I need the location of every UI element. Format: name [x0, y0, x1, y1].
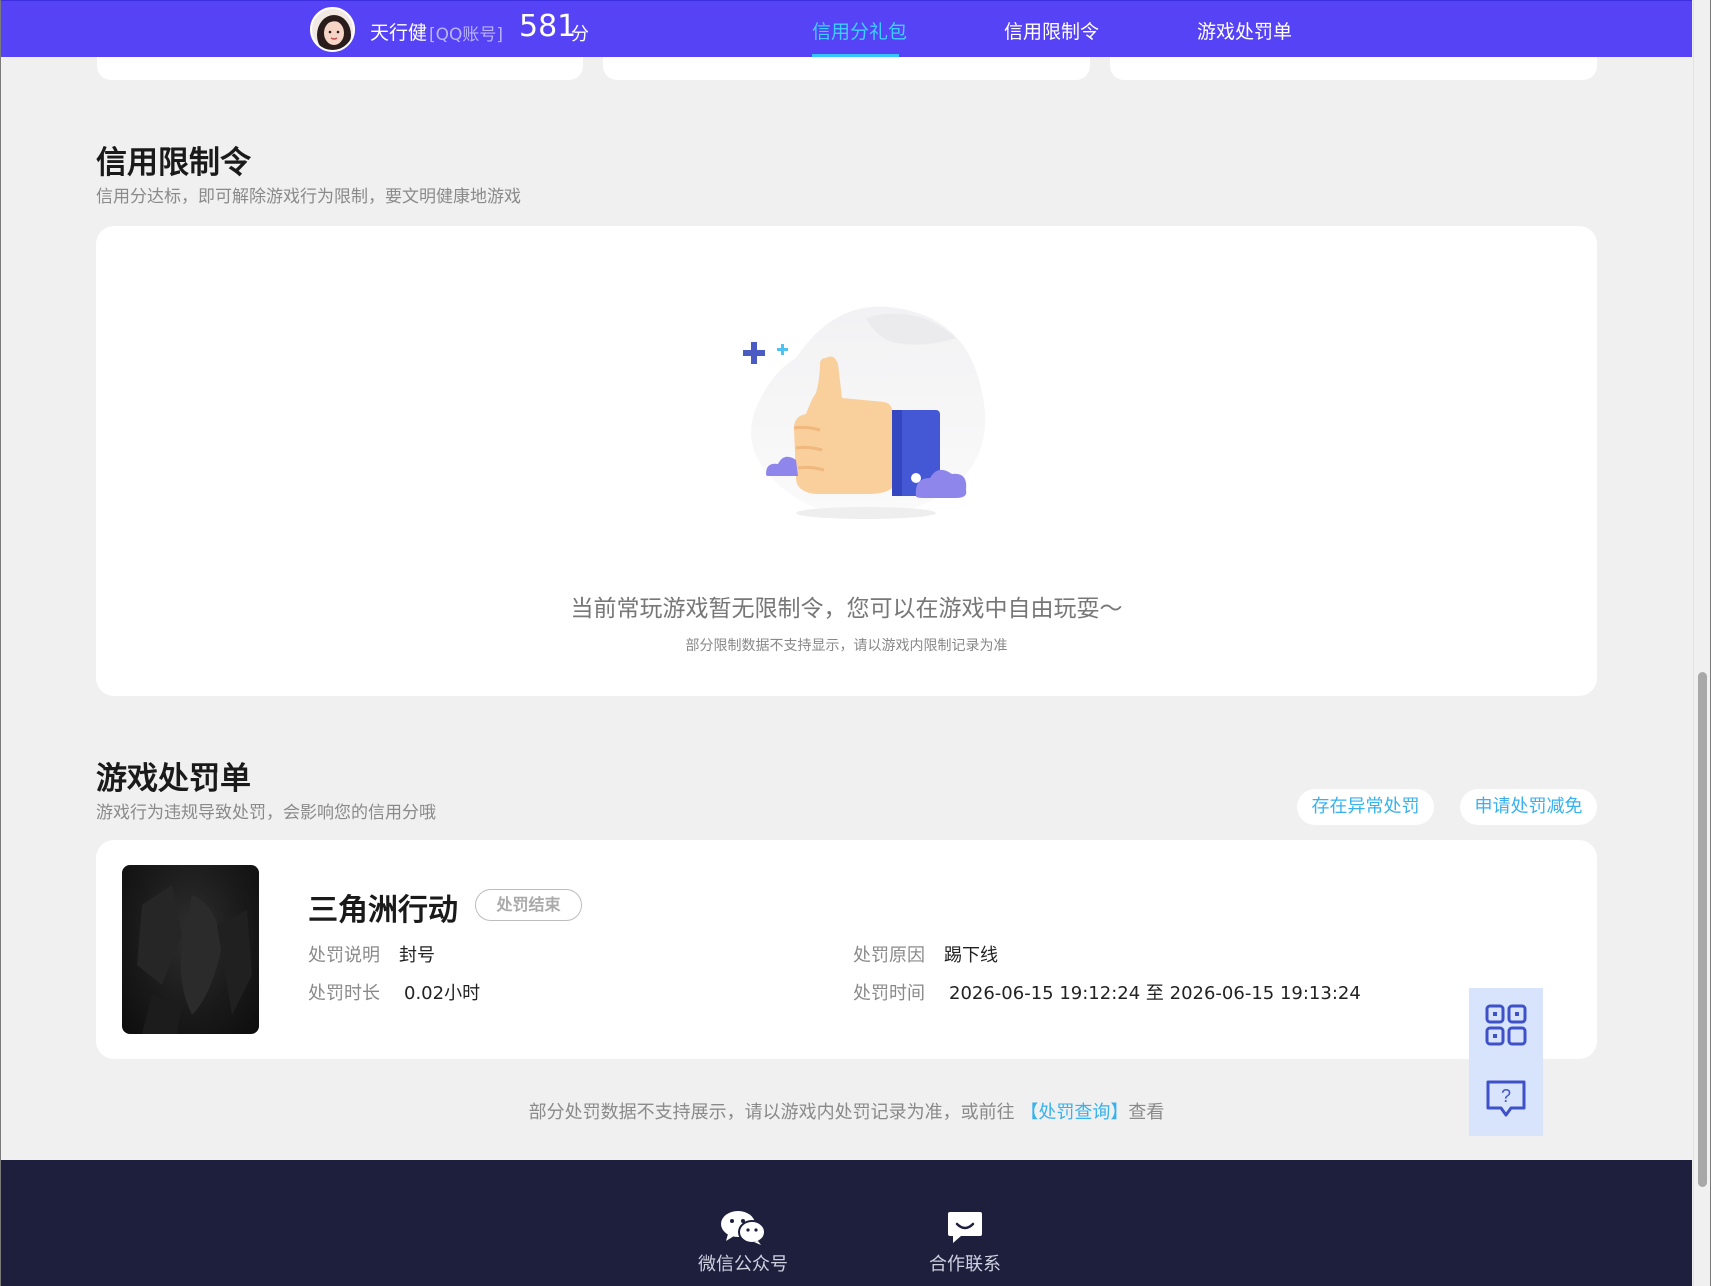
avatar-image — [312, 9, 353, 50]
game-name: 三角洲行动 — [308, 893, 458, 928]
top-nav-bar: 天行健 [QQ账号] 581 分 信用分礼包 信用限制令 游戏处罚单 — [1, 0, 1692, 58]
penalty-query-link[interactable]: 【处罚查询】 — [1020, 1102, 1128, 1123]
penalty-footnote-text: 部分处罚数据不支持展示，请以游戏内处罚记录为准，或前往 — [528, 1102, 1015, 1123]
nav-tab-credit-restriction[interactable]: 信用限制令 — [1004, 17, 1099, 44]
page-footer: 微信公众号 合作联系 — [1, 1160, 1692, 1286]
abnormal-penalty-button[interactable]: 存在异常处罚 — [1297, 789, 1434, 825]
penalty-section-title: 游戏处罚单 — [96, 761, 251, 797]
question-chat-icon: ? — [1486, 1080, 1526, 1117]
qr-code-icon — [1485, 1004, 1527, 1046]
restriction-section-title: 信用限制令 — [96, 145, 251, 181]
wechat-icon — [721, 1211, 766, 1245]
penalty-record-card: 三角洲行动 处罚结束 处罚说明 封号 处罚原因 踢下线 处罚时长 0.02小时 … — [96, 840, 1597, 1059]
penalty-reason-label: 处罚原因 — [853, 945, 925, 966]
restriction-empty-note: 部分限制数据不支持显示，请以游戏内限制记录为准 — [685, 638, 1008, 654]
restriction-empty-card: 当前常玩游戏暂无限制令，您可以在游戏中自由玩耍～ 部分限制数据不支持显示，请以游… — [96, 226, 1597, 696]
restriction-empty-message: 当前常玩游戏暂无限制令，您可以在游戏中自由玩耍～ — [570, 596, 1123, 622]
penalty-desc-label: 处罚说明 — [308, 945, 380, 966]
penalty-duration-value: 0.02小时 — [404, 983, 481, 1004]
nav-tab-game-penalty[interactable]: 游戏处罚单 — [1197, 17, 1292, 44]
scrollbar-thumb[interactable] — [1698, 672, 1707, 1187]
penalty-footnote: 部分处罚数据不支持展示，请以游戏内处罚记录为准，或前往 【处罚查询】查看 — [0, 1098, 1693, 1124]
footer-contact[interactable]: 合作联系 — [915, 1210, 1015, 1276]
qr-code-button[interactable] — [1469, 988, 1543, 1062]
thumbs-up-illustration — [743, 306, 986, 519]
penalty-time-value: 2026-06-15 19:12:24 至 2026-06-15 19:13:2… — [949, 983, 1361, 1004]
footer-wechat-label: 微信公众号 — [698, 1254, 788, 1275]
help-button[interactable]: ? — [1469, 1062, 1543, 1136]
penalty-section-subtitle: 游戏行为违规导致处罚，会影响您的信用分哦 — [96, 803, 436, 823]
gift-card-stub — [603, 57, 1090, 80]
restriction-section-subtitle: 信用分达标，即可解除游戏行为限制，要文明健康地游戏 — [96, 187, 521, 207]
user-avatar[interactable] — [310, 7, 355, 52]
nav-tab-credit-gift[interactable]: 信用分礼包 — [812, 17, 907, 44]
vertical-scrollbar[interactable] — [1693, 0, 1711, 1286]
penalty-time-label: 处罚时间 — [853, 983, 925, 1004]
penalty-footnote-suffix: 查看 — [1128, 1102, 1165, 1123]
svg-text:?: ? — [1501, 1086, 1511, 1106]
penalty-reason-value: 踢下线 — [944, 945, 998, 966]
footer-wechat[interactable]: 微信公众号 — [693, 1210, 793, 1276]
footer-contact-label: 合作联系 — [929, 1254, 1001, 1275]
game-thumbnail — [122, 865, 259, 1034]
credit-score-unit: 分 — [571, 24, 589, 45]
chat-bubble-icon — [948, 1212, 982, 1243]
account-type-label: [QQ账号] — [429, 25, 504, 45]
penalty-appeal-button[interactable]: 申请处罚减免 — [1460, 789, 1597, 825]
penalty-duration-label: 处罚时长 — [308, 983, 380, 1004]
gift-card-stub — [97, 57, 583, 80]
credit-score: 581 — [519, 9, 577, 44]
gift-card-stub — [1110, 57, 1597, 80]
penalty-status-badge: 处罚结束 — [475, 889, 582, 921]
penalty-desc-value: 封号 — [399, 945, 435, 966]
username: 天行健 — [370, 22, 428, 44]
